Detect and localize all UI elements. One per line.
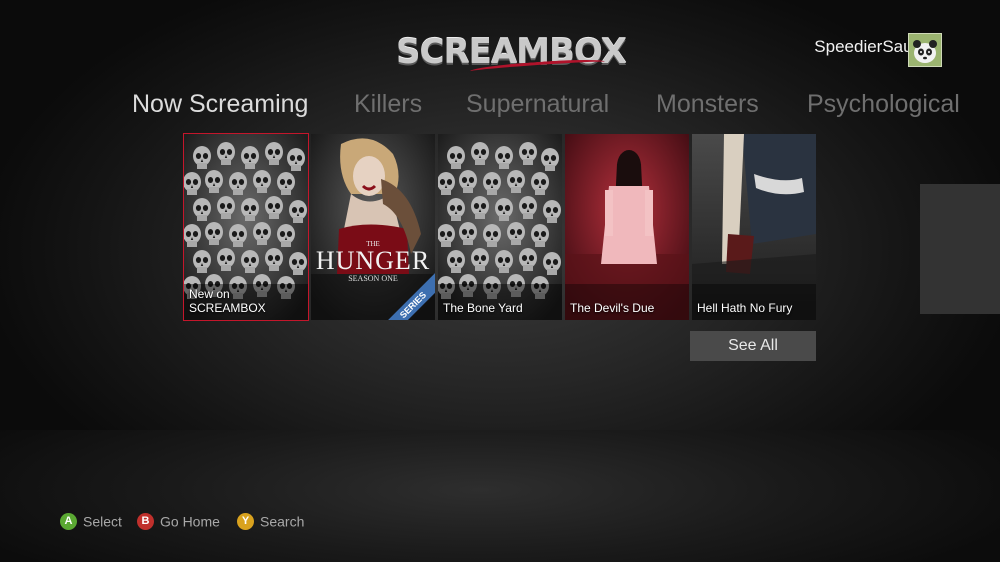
tile-new-on-screambox[interactable]: New on SCREAMBOX — [183, 133, 309, 321]
panda-avatar-icon[interactable] — [908, 33, 942, 67]
tile-label: New on SCREAMBOX — [189, 287, 266, 315]
hint-select: A Select — [60, 512, 122, 530]
y-button-icon: Y — [237, 512, 254, 530]
tile-the-bone-yard[interactable]: The Bone Yard — [438, 134, 562, 320]
hunger-subtitle: SEASON ONE — [348, 274, 398, 283]
tile-hell-hath-no-fury[interactable]: Hell Hath No Fury — [692, 134, 816, 320]
next-row-panel[interactable] — [920, 184, 1000, 314]
tile-label: The Devil's Due — [570, 301, 655, 315]
floor-background — [0, 430, 1000, 562]
tab-supernatural[interactable]: Supernatural — [466, 90, 609, 119]
hint-search: Y Search — [237, 512, 304, 530]
devils-due-artwork — [565, 134, 689, 320]
see-all-button[interactable]: See All — [690, 331, 816, 361]
hint-label: Go Home — [160, 513, 220, 530]
a-button-icon: A — [60, 512, 77, 530]
tile-the-devils-due[interactable]: The Devil's Due — [565, 134, 689, 320]
hint-label: Select — [83, 513, 122, 530]
tab-killers[interactable]: Killers — [354, 90, 422, 119]
b-button-icon: B — [137, 512, 154, 530]
skulls-artwork — [438, 134, 562, 320]
category-nav: Now Screaming Killers Supernatural Monst… — [0, 90, 1000, 122]
tile-label: The Bone Yard — [443, 301, 523, 315]
tab-now-screaming[interactable]: Now Screaming — [132, 90, 308, 119]
tab-monsters[interactable]: Monsters — [656, 90, 759, 119]
tab-psychological[interactable]: Psychological — [807, 90, 960, 119]
hint-label: Search — [260, 513, 305, 530]
hint-go-home: B Go Home — [137, 512, 220, 530]
hunger-title-main: HUNGER — [315, 246, 431, 275]
hell-hath-artwork — [692, 134, 816, 320]
tile-the-hunger[interactable]: THE HUNGER SEASON ONE SERIES — [311, 134, 435, 320]
tile-label: Hell Hath No Fury — [697, 301, 793, 315]
